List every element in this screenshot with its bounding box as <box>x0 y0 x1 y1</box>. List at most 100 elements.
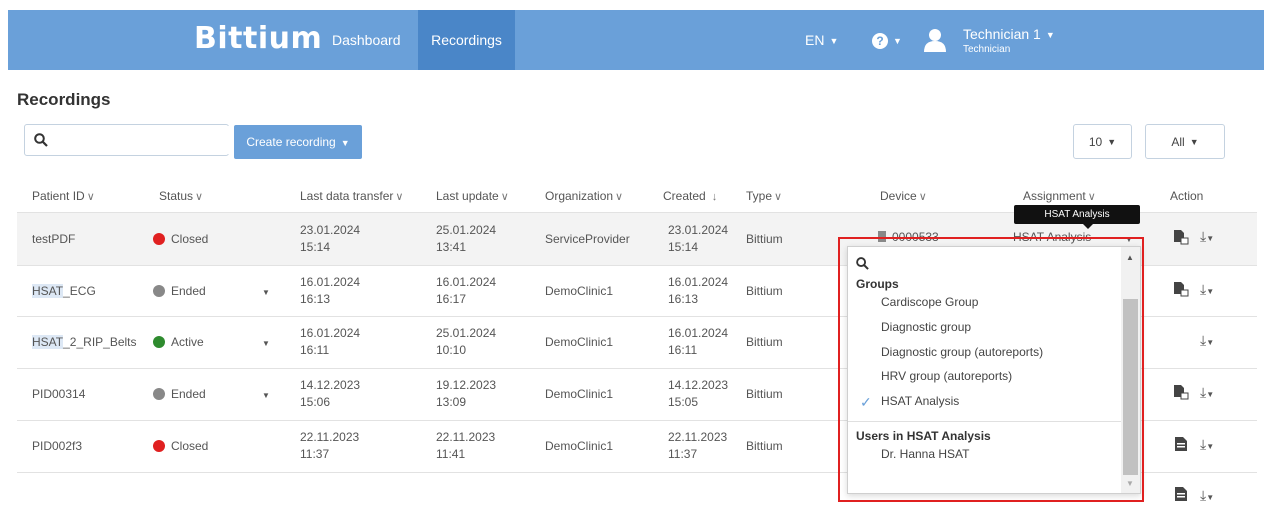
patient-id[interactable]: HSAT_2_RIP_Belts <box>32 335 137 349</box>
chevron-down-icon[interactable]: ▼ <box>262 339 270 348</box>
help-icon: ? <box>872 33 888 50</box>
last-data-transfer: 16.01.2024 16:13 <box>300 275 361 306</box>
organization: ServiceProvider <box>545 232 630 246</box>
status-badge: Closed <box>153 232 208 246</box>
sort-chevron-icon: ∨ <box>500 191 509 203</box>
type: Bittium <box>746 284 783 298</box>
report-icon[interactable] <box>1173 281 1189 297</box>
last-update: 25.01.2024 10:10 <box>436 326 497 357</box>
bittium-logo[interactable]: Bittium <box>194 21 322 56</box>
created: 16.01.2024 16:11 <box>668 326 729 357</box>
search-field[interactable] <box>24 124 235 156</box>
report-icon[interactable] <box>1173 384 1189 400</box>
created: 23.01.2024 15:14 <box>668 223 729 254</box>
sort-chevron-icon: ∨ <box>1087 191 1096 203</box>
sort-chevron-icon: ∨ <box>918 191 927 203</box>
chevron-down-icon: ▼ <box>1045 30 1055 41</box>
patient-id[interactable]: PID002f3 <box>32 439 82 453</box>
chevron-down-icon: ▼ <box>340 137 350 148</box>
type: Bittium <box>746 335 783 349</box>
search-input[interactable] <box>55 126 235 154</box>
col-created[interactable]: Created ↓ <box>663 189 717 203</box>
status-badge: Closed <box>153 439 208 453</box>
patient-id[interactable]: PID00314 <box>32 387 85 401</box>
download-icon[interactable]: ⤓▼ <box>1200 487 1214 504</box>
col-status[interactable]: Status ∨ <box>159 189 203 203</box>
nav-dashboard[interactable]: Dashboard <box>320 10 413 70</box>
type: Bittium <box>746 232 783 246</box>
last-data-transfer: 23.01.2024 15:14 <box>300 223 361 254</box>
col-patient-id[interactable]: Patient ID ∨ <box>32 189 95 203</box>
organization: DemoClinic1 <box>545 387 614 401</box>
document-icon[interactable] <box>1173 436 1189 452</box>
document-icon[interactable] <box>1173 486 1189 502</box>
sort-chevron-icon: ∨ <box>615 191 624 203</box>
sort-chevron-icon: ∨ <box>86 191 95 203</box>
search-icon <box>34 133 48 147</box>
create-recording-button[interactable]: Create recording ▼ <box>234 125 362 159</box>
type: Bittium <box>746 387 783 401</box>
page-title: Recordings <box>17 90 111 109</box>
col-last-data-transfer[interactable]: Last data transfer ∨ <box>300 189 403 203</box>
patient-id[interactable]: testPDF <box>32 232 75 246</box>
report-icon[interactable] <box>1173 229 1189 245</box>
col-last-update[interactable]: Last update ∨ <box>436 189 509 203</box>
col-assignment[interactable]: Assignment ∨ <box>1023 189 1096 203</box>
chevron-down-icon: ▼ <box>829 36 839 47</box>
chevron-down-icon: ▼ <box>1107 137 1117 148</box>
created: 22.11.2023 11:37 <box>668 430 728 461</box>
last-data-transfer: 14.12.2023 15:06 <box>300 378 361 409</box>
col-organization[interactable]: Organization ∨ <box>545 189 623 203</box>
status-dot-icon <box>153 336 165 348</box>
organization: DemoClinic1 <box>545 335 614 349</box>
chevron-down-icon: ▼ <box>893 36 902 47</box>
status-dot-icon <box>153 233 165 245</box>
sort-arrow-down-icon: ↓ <box>711 191 718 203</box>
last-update: 22.11.2023 11:41 <box>436 430 496 461</box>
nav-recordings[interactable]: Recordings <box>418 10 515 70</box>
last-data-transfer: 16.01.2024 16:11 <box>300 326 361 357</box>
user-icon <box>924 29 946 52</box>
last-update: 16.01.2024 16:17 <box>436 275 497 306</box>
created: 14.12.2023 15:05 <box>668 378 729 409</box>
language-label: EN <box>805 32 825 48</box>
organization: DemoClinic1 <box>545 284 614 298</box>
last-update: 25.01.2024 13:41 <box>436 223 497 254</box>
sort-chevron-icon: ∨ <box>395 191 404 203</box>
col-action: Action <box>1170 189 1204 203</box>
download-icon[interactable]: ⤓▼ <box>1200 281 1214 298</box>
created: 16.01.2024 16:13 <box>668 275 729 306</box>
col-device[interactable]: Device ∨ <box>880 189 927 203</box>
user-role: Technician <box>963 44 1011 55</box>
download-icon[interactable]: ⤓▼ <box>1200 228 1214 245</box>
sort-chevron-icon: ∨ <box>195 191 204 203</box>
sort-chevron-icon: ∨ <box>774 191 783 203</box>
chevron-down-icon[interactable]: ▼ <box>262 288 270 297</box>
last-update: 19.12.2023 13:09 <box>436 378 497 409</box>
status-dot-icon <box>153 285 165 297</box>
last-data-transfer: 22.11.2023 11:37 <box>300 430 360 461</box>
status-badge: Ended <box>153 387 206 401</box>
status-badge: Ended <box>153 284 206 298</box>
language-selector[interactable]: EN ▼ <box>805 10 838 70</box>
type: Bittium <box>746 439 783 453</box>
filter-select[interactable]: All ▼ <box>1145 124 1225 159</box>
patient-id[interactable]: HSAT_ECG <box>32 284 96 298</box>
status-dot-icon <box>153 440 165 452</box>
status-dot-icon <box>153 388 165 400</box>
assignment-tooltip: HSAT Analysis <box>1014 205 1140 224</box>
col-type[interactable]: Type ∨ <box>746 189 782 203</box>
chevron-down-icon: ▼ <box>1189 137 1199 148</box>
download-icon[interactable]: ⤓▼ <box>1200 332 1214 349</box>
highlight-frame <box>838 237 1144 502</box>
top-navbar: Bittium Dashboard Recordings EN ▼ ? ▼ Tech… <box>8 10 1264 70</box>
chevron-down-icon[interactable]: ▼ <box>262 391 270 400</box>
organization: DemoClinic1 <box>545 439 614 453</box>
download-icon[interactable]: ⤓▼ <box>1200 384 1214 401</box>
download-icon[interactable]: ⤓▼ <box>1200 436 1214 453</box>
user-name: Technician 1 ▼ <box>963 26 1055 42</box>
page-size-select[interactable]: 10 ▼ <box>1073 124 1132 159</box>
tooltip-arrow <box>1083 224 1093 229</box>
status-badge: Active <box>153 335 204 349</box>
help-menu[interactable]: ? ▼ <box>872 32 902 50</box>
